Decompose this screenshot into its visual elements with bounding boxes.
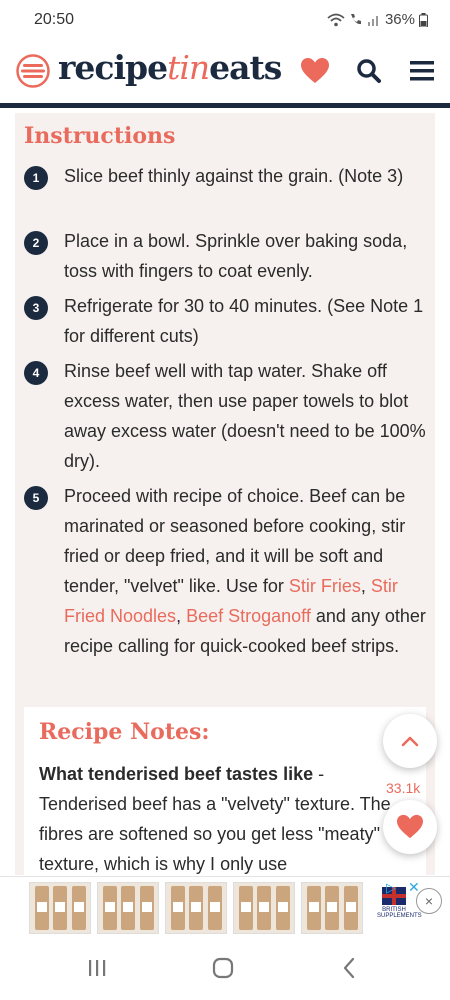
call-icon <box>350 13 361 24</box>
search-button[interactable] <box>352 54 386 88</box>
ad-product-image[interactable] <box>301 882 363 934</box>
step-number-badge: 3 <box>24 296 48 320</box>
heart-icon <box>301 58 329 83</box>
recents-icon <box>89 960 106 976</box>
ad-close-button[interactable]: × <box>416 888 442 914</box>
separator: , <box>176 606 187 626</box>
home-button[interactable] <box>203 952 243 984</box>
chevron-up-icon <box>401 736 419 747</box>
heart-icon <box>397 814 423 839</box>
signal-icon <box>367 15 378 26</box>
beef-stroganoff-link[interactable]: Beef Stroganoff <box>186 606 311 626</box>
wifi-icon <box>327 13 345 26</box>
status-icons: 36% <box>327 11 428 28</box>
ad-banner[interactable]: BRITISH SUPPLEMENTS ▷ ✕ × <box>0 876 450 938</box>
site-logo[interactable]: recipetineats <box>58 48 282 87</box>
step-number-badge: 4 <box>24 361 48 385</box>
save-count: 33.1k <box>386 780 421 796</box>
recipe-notes-text: What tenderised beef tastes like - Tende… <box>39 759 399 875</box>
save-recipe-button[interactable] <box>383 800 437 854</box>
instructions-heading: Instructions <box>24 123 176 149</box>
battery-icon <box>419 12 428 27</box>
notes-bold-lead: What tenderised beef tastes like <box>39 764 314 784</box>
logo-mark-icon[interactable] <box>16 54 50 88</box>
ad-product-image[interactable] <box>97 882 159 934</box>
logo-part-recipe: recipe <box>58 48 168 87</box>
step-number-badge: 5 <box>24 486 48 510</box>
search-icon <box>357 59 381 83</box>
status-time: 20:50 <box>34 11 75 28</box>
ad-product-image[interactable] <box>165 882 227 934</box>
back-button[interactable] <box>329 952 369 984</box>
step-text: Slice beef thinly against the grain. (No… <box>64 166 404 186</box>
logo-part-eats: eats <box>209 48 282 87</box>
back-icon <box>343 957 355 979</box>
logo-part-tin: tin <box>167 48 210 87</box>
battery-percent: 36% <box>384 11 415 28</box>
favorites-button[interactable] <box>298 54 332 88</box>
ad-choices-icon[interactable]: ▷ <box>386 880 396 896</box>
ad-product-image[interactable] <box>233 882 295 934</box>
home-icon <box>212 957 234 979</box>
hamburger-menu-icon <box>410 61 434 81</box>
recents-button[interactable] <box>77 952 117 984</box>
recipe-card: Instructions 1 Slice beef thinly against… <box>15 113 435 875</box>
stir-fries-link[interactable]: Stir Fries <box>289 576 361 596</box>
ad-product-image[interactable] <box>29 882 91 934</box>
ad-brand-line2: SUPPLEMENTS <box>377 913 422 919</box>
system-nav-bar <box>0 938 450 1000</box>
separator: , <box>360 576 371 596</box>
recipe-notes-heading: Recipe Notes: <box>39 719 210 745</box>
step-number-badge: 2 <box>24 231 48 255</box>
recipe-notes-card: Recipe Notes: What tenderised beef taste… <box>24 707 426 875</box>
site-header: recipetineats <box>0 40 450 108</box>
scroll-to-top-button[interactable] <box>383 714 437 768</box>
step-text: Proceed with recipe of choice. Beef can … <box>64 481 426 661</box>
menu-button[interactable] <box>405 54 439 88</box>
step-text: Place in a bowl. Sprinkle over baking so… <box>64 231 408 281</box>
status-bar: 20:50 36% <box>0 0 450 40</box>
step-text: Rinse beef well with tap water. Shake of… <box>64 361 426 471</box>
step-number-badge: 1 <box>24 166 48 190</box>
step-text: Refrigerate for 30 to 40 minutes. (See N… <box>64 296 424 346</box>
